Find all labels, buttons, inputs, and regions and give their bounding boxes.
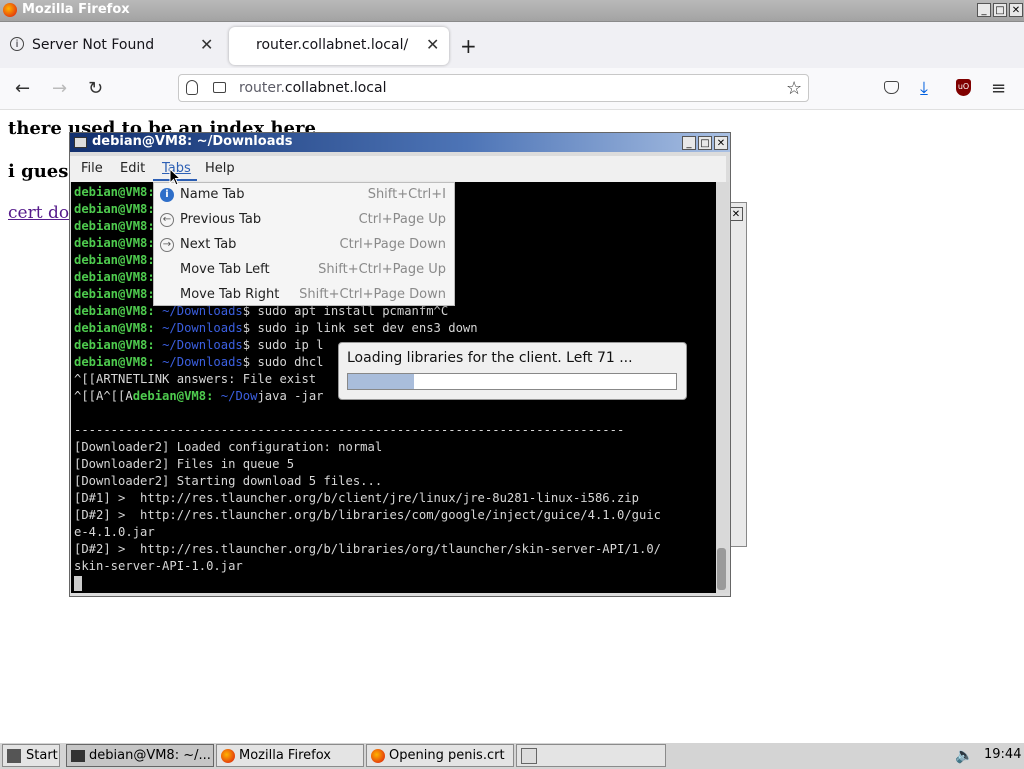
loading-status-text: Loading libraries for the client. Left 7…	[347, 350, 633, 366]
hamburger-menu-icon[interactable]: ≡	[991, 78, 1006, 99]
terminal-window-title: debian@VM8: ~/Downloads	[92, 134, 293, 149]
taskbar-item-java-app[interactable]	[516, 744, 666, 767]
terminal-line: [Downloader2] Starting download 5 files.…	[74, 474, 383, 488]
new-tab-icon[interactable]: +	[460, 34, 477, 58]
ublock-origin-icon[interactable]: uO	[956, 79, 971, 96]
terminal-line: debian@VM8: ~/Downloads$ sudo ip l	[74, 338, 324, 352]
terminal-line: debian@VM8: ~/Downloads$ sudo ip link se…	[74, 321, 478, 335]
menu-item-move-tab-left[interactable]: Move Tab Left Shift+Ctrl+Page Up	[154, 258, 454, 283]
tracking-protection-shield-icon[interactable]	[186, 80, 198, 95]
firefox-logo-icon	[371, 749, 385, 763]
tab-label: router.collabnet.local/	[256, 37, 409, 53]
taskbar-item-firefox[interactable]: Mozilla Firefox	[216, 744, 364, 767]
start-button[interactable]: Start	[2, 744, 60, 767]
close-tab-icon[interactable]: ✕	[426, 35, 439, 54]
info-icon: i	[160, 188, 174, 202]
tab-server-not-found[interactable]: i Server Not Found ✕	[0, 27, 225, 65]
back-arrow-icon[interactable]: ←	[15, 78, 30, 99]
menu-help[interactable]: Help	[205, 161, 235, 176]
reload-icon[interactable]: ↻	[88, 78, 103, 99]
mouse-pointer-icon	[169, 168, 181, 186]
info-icon: i	[10, 37, 24, 51]
downloads-arrow-icon[interactable]: ⤓	[920, 78, 928, 99]
terminal-app-icon	[74, 137, 87, 148]
terminal-line: debian@VM8: ~/Downloads$ sudo dhcl	[74, 355, 324, 369]
tabs-dropdown-menu: i Name Tab Shift+Ctrl+I ← Previous Tab C…	[153, 182, 455, 306]
firefox-logo-icon	[3, 3, 17, 17]
menu-item-previous-tab[interactable]: ← Previous Tab Ctrl+Page Up	[154, 208, 454, 233]
terminal-line: skin-server-API-1.0.jar	[74, 559, 243, 573]
terminal-cursor	[74, 576, 82, 591]
firefox-titlebar	[0, 0, 1024, 22]
page-heading-2: i guess	[8, 161, 79, 182]
minimize-window-button[interactable]: _	[977, 3, 991, 17]
terminal-app-icon	[71, 750, 85, 762]
close-tab-icon[interactable]: ✕	[200, 35, 213, 54]
taskbar-item-opening-crt[interactable]: Opening penis.crt	[366, 744, 514, 767]
pocket-icon[interactable]	[884, 81, 899, 94]
volume-icon[interactable]: 🔈	[955, 746, 974, 764]
terminal-separator: ----------------------------------------…	[74, 423, 625, 437]
terminal-line: ^[[A^[[Adebian@VM8: ~/Dowjava -jar	[74, 389, 324, 403]
terminal-line: debian@VM8:	[74, 219, 155, 233]
terminal-minimize-button[interactable]: _	[682, 136, 696, 150]
menu-item-next-tab[interactable]: → Next Tab Ctrl+Page Down	[154, 233, 454, 258]
close-window-button[interactable]: ✕	[1009, 3, 1023, 17]
taskbar-clock: 19:44	[984, 747, 1022, 762]
arrow-left-circle-icon: ←	[160, 213, 174, 227]
terminal-line: debian@VM8:	[74, 236, 155, 250]
terminal-line: debian@VM8:	[74, 185, 155, 199]
tab-label: Server Not Found	[32, 37, 155, 53]
forward-arrow-icon[interactable]: →	[52, 78, 67, 99]
firefox-window-title: Mozilla Firefox	[22, 2, 130, 17]
terminal-line: debian@VM8:	[74, 253, 155, 267]
terminal-line: debian@VM8:	[74, 287, 155, 301]
loading-progress-fill	[348, 374, 414, 389]
menu-edit[interactable]: Edit	[120, 161, 145, 176]
java-app-icon	[521, 748, 537, 764]
terminal-line: [Downloader2] Loaded configuration: norm…	[74, 440, 383, 454]
terminal-scrollbar-thumb[interactable]	[717, 548, 726, 590]
insecure-lock-icon[interactable]	[213, 82, 226, 93]
background-window-close-button[interactable]: ✕	[729, 207, 743, 221]
taskbar-item-terminal[interactable]: debian@VM8: ~/...	[66, 744, 214, 767]
menu-item-name-tab[interactable]: i Name Tab Shift+Ctrl+I	[154, 183, 454, 208]
terminal-maximize-button[interactable]: □	[698, 136, 712, 150]
maximize-window-button[interactable]: □	[993, 3, 1007, 17]
terminal-close-button[interactable]: ✕	[714, 136, 728, 150]
terminal-scrollbar[interactable]	[716, 182, 729, 593]
terminal-line: e-4.1.0.jar	[74, 525, 155, 539]
terminal-line: ^[[ARTNETLINK answers: File exist	[74, 372, 317, 386]
url-text[interactable]: router.collabnet.local	[239, 80, 386, 96]
menu-item-move-tab-right[interactable]: Move Tab Right Shift+Ctrl+Page Down	[154, 283, 454, 308]
tab-router-collabnet[interactable]: router.collabnet.local/ ✕	[229, 27, 449, 65]
terminal-line: [D#2] > http://res.tlauncher.org/b/libra…	[74, 508, 661, 522]
terminal-line: debian@VM8:	[74, 202, 155, 216]
terminal-line: [Downloader2] Files in queue 5	[74, 457, 295, 471]
menu-file[interactable]: File	[81, 161, 103, 176]
start-menu-icon	[7, 749, 21, 763]
arrow-right-circle-icon: →	[160, 238, 174, 252]
firefox-logo-icon	[221, 749, 235, 763]
bookmark-star-icon[interactable]: ☆	[786, 78, 802, 99]
terminal-line: [D#2] > http://res.tlauncher.org/b/libra…	[74, 542, 661, 556]
terminal-line: [D#1] > http://res.tlauncher.org/b/clien…	[74, 491, 639, 505]
terminal-line: debian@VM8:	[74, 270, 155, 284]
